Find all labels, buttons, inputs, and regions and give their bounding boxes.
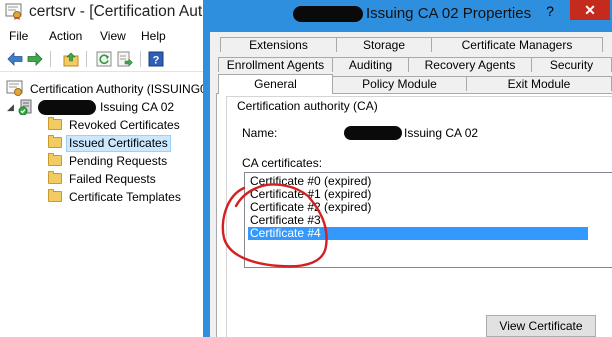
tab-exit-module[interactable]: Exit Module — [466, 76, 612, 91]
up-folder-icon[interactable] — [62, 50, 80, 68]
tree-item-certificate-templates[interactable]: Certificate Templates — [48, 188, 210, 206]
folder-icon — [48, 153, 62, 166]
dialog-body: Extensions Storage Certificate Managers … — [210, 32, 612, 337]
folder-icon — [48, 117, 62, 130]
menu-file[interactable]: File — [9, 29, 28, 43]
console-tree: Certification Authority (ISSUING0 ◢ Issu… — [0, 77, 210, 337]
tab-recovery-agents[interactable]: Recovery Agents — [408, 57, 532, 72]
name-value: Issuing CA 02 — [404, 126, 479, 140]
toolbar-separator — [50, 51, 51, 67]
refresh-icon[interactable] — [95, 50, 113, 68]
folder-icon — [48, 135, 62, 148]
tree-item-issued-certificates[interactable]: Issued Certificates — [48, 134, 210, 152]
tree-ca-label: Issuing CA 02 — [100, 100, 175, 114]
redacted-ca-name — [344, 126, 402, 140]
tree-item-label: Revoked Certificates — [69, 118, 180, 132]
tab-general[interactable]: General — [218, 74, 333, 94]
tree-item-label: Pending Requests — [69, 154, 168, 168]
help-icon[interactable]: ? — [147, 50, 165, 68]
tab-extensions[interactable]: Extensions — [220, 37, 337, 52]
tree-item-label: Issued Certificates — [66, 135, 171, 152]
menu-help[interactable]: Help — [141, 29, 166, 43]
export-list-icon[interactable] — [116, 50, 134, 68]
certsrv-app-icon — [5, 3, 22, 20]
tree-item-failed-requests[interactable]: Failed Requests — [48, 170, 210, 188]
name-label: Name: — [242, 126, 278, 140]
properties-dialog: Issuing CA 02 Properties ? ✕ Extensions … — [203, 0, 612, 337]
toolbar: ? — [0, 48, 210, 72]
tree-item-revoked-certificates[interactable]: Revoked Certificates — [48, 116, 210, 134]
ca-server-icon — [18, 99, 32, 115]
toolbar-separator — [140, 51, 141, 67]
redacted-ca-name — [38, 100, 96, 115]
tree-item-label: Certificate Templates — [69, 190, 181, 204]
tab-policy-module[interactable]: Policy Module — [332, 76, 467, 91]
dialog-help-button[interactable]: ? — [533, 2, 567, 20]
back-arrow-icon[interactable] — [6, 50, 24, 68]
tree-item-label: Failed Requests — [69, 172, 156, 186]
view-certificate-button[interactable]: View Certificate — [486, 315, 596, 337]
certificate-authority-icon — [6, 80, 23, 96]
tab-security[interactable]: Security — [531, 57, 612, 72]
folder-icon — [48, 171, 62, 184]
tree-ca-node[interactable]: ◢ Issuing CA 02 — [6, 98, 210, 116]
ca-certificates-label: CA certificates: — [242, 156, 323, 170]
tree-root-label: Certification Authority (ISSUING0 — [30, 82, 207, 96]
tab-auditing[interactable]: Auditing — [332, 57, 409, 72]
ca-certificates-list[interactable]: Certificate #0 (expired) Certificate #1 … — [244, 172, 612, 268]
list-item-selected[interactable]: Certificate #4 — [248, 227, 588, 240]
tree-item-pending-requests[interactable]: Pending Requests — [48, 152, 210, 170]
dialog-close-button[interactable]: ✕ — [570, 0, 610, 20]
tab-enrollment-agents[interactable]: Enrollment Agents — [218, 57, 333, 72]
forward-arrow-icon[interactable] — [26, 50, 44, 68]
tab-storage[interactable]: Storage — [336, 37, 432, 52]
expand-arrow-icon[interactable]: ◢ — [7, 98, 14, 116]
menu-view[interactable]: View — [100, 29, 126, 43]
folder-icon — [48, 189, 62, 202]
redacted-dialog-title-prefix — [293, 6, 363, 22]
ca-group-label: Certification authority (CA) — [234, 99, 381, 113]
menu-bar: File Action View Help — [0, 25, 210, 46]
svg-text:?: ? — [153, 55, 160, 67]
tree-root-certification-authority[interactable]: Certification Authority (ISSUING0 — [6, 80, 210, 98]
dialog-title: Issuing CA 02 Properties — [366, 5, 532, 22]
tab-certificate-managers[interactable]: Certificate Managers — [431, 37, 603, 52]
menu-action[interactable]: Action — [49, 29, 82, 43]
toolbar-separator — [86, 51, 87, 67]
